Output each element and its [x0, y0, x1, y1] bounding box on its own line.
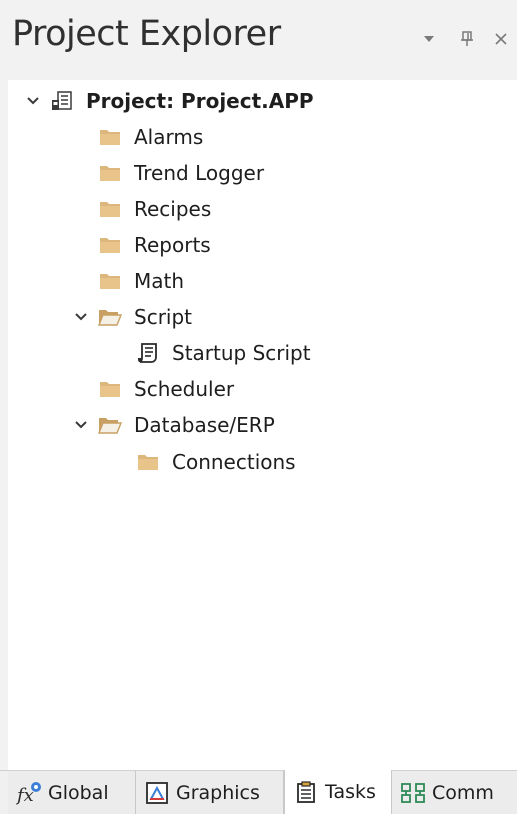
tree-item-label: Startup Script	[172, 341, 311, 365]
folder-icon	[98, 378, 122, 400]
fx-icon: fx	[16, 781, 42, 805]
pin-icon[interactable]	[456, 28, 478, 50]
folder-icon	[98, 270, 122, 292]
graphics-icon	[144, 781, 170, 805]
folder-icon	[136, 451, 160, 473]
tab-label: Comm	[432, 781, 494, 804]
tree-item-label: Database/ERP	[134, 413, 275, 437]
tree-item-alarms[interactable]: Alarms	[98, 121, 203, 153]
folder-icon	[98, 234, 122, 256]
tab-label: Graphics	[176, 781, 260, 804]
tree-item-label: Alarms	[134, 125, 204, 149]
chevron-down-icon[interactable]	[72, 308, 90, 326]
folder-open-icon	[98, 414, 122, 436]
tab-tasks[interactable]: Tasks	[284, 770, 392, 814]
project-explorer-panel: Project Explorer Project: Project.APP Al…	[0, 0, 517, 814]
tree-item-label: Trend Logger	[134, 161, 265, 185]
folder-icon	[98, 162, 122, 184]
tree-item-recipes[interactable]: Recipes	[98, 193, 211, 225]
tree-root-label: Project: Project.APP	[86, 89, 314, 113]
panel-title: Project Explorer	[12, 14, 281, 54]
tree-item-script[interactable]: Script	[72, 301, 192, 333]
tree-item-scheduler[interactable]: Scheduler	[98, 373, 234, 405]
tab-comm[interactable]: Comm	[392, 771, 517, 814]
folder-icon	[98, 198, 122, 220]
tree-item-label: Script	[134, 305, 193, 329]
tree-item-database-erp[interactable]: Database/ERP	[72, 409, 275, 441]
tab-label: Tasks	[325, 781, 376, 803]
dropdown-arrow-icon[interactable]	[418, 28, 440, 50]
tree-item-math[interactable]: Math	[98, 265, 184, 297]
tree-item-label: Reports	[134, 233, 211, 257]
panel-titlebar: Project Explorer	[0, 0, 517, 80]
bottom-tab-bar: fx Global Graphics Tasks Comm	[0, 770, 517, 814]
tab-graphics[interactable]: Graphics	[136, 771, 284, 814]
tree-item-label: Math	[134, 269, 185, 293]
project-icon	[50, 90, 74, 112]
comm-icon	[400, 781, 426, 805]
tree-view: Project: Project.APP Alarms Trend Logger…	[8, 80, 517, 770]
folder-open-icon	[98, 306, 122, 328]
folder-icon	[98, 126, 122, 148]
script-icon	[136, 342, 160, 364]
tree-item-trend-logger[interactable]: Trend Logger	[98, 157, 264, 189]
tree-item-label: Scheduler	[134, 377, 235, 401]
chevron-down-icon[interactable]	[72, 416, 90, 434]
tree-item-label: Connections	[172, 450, 296, 474]
tree-item-label: Recipes	[134, 197, 212, 221]
tab-label: Global	[48, 781, 109, 804]
tab-global[interactable]: fx Global	[8, 771, 136, 814]
tasks-icon	[293, 780, 319, 804]
chevron-down-icon[interactable]	[24, 92, 42, 110]
tree-root-project[interactable]: Project: Project.APP	[24, 85, 314, 117]
tree-item-startup-script[interactable]: Startup Script	[136, 337, 311, 369]
tree-item-reports[interactable]: Reports	[98, 229, 211, 261]
tree-item-connections[interactable]: Connections	[136, 446, 296, 478]
close-icon[interactable]	[490, 28, 512, 50]
